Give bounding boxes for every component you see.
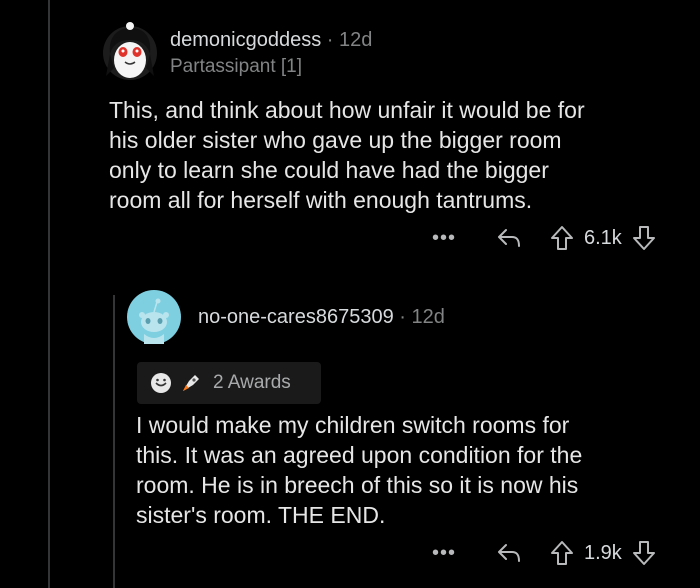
score: 6.1k (584, 226, 622, 249)
comment-actions: ••• 1.9k (432, 535, 658, 571)
username-line: demonicgoddess · 12d (170, 29, 372, 52)
comment-body: This, and think about how unfair it woul… (109, 95, 669, 215)
reply-icon[interactable] (494, 542, 524, 564)
more-icon[interactable]: ••• (432, 542, 472, 565)
comment-line: room. He is in breech of this so it is n… (136, 472, 579, 498)
comment-actions: ••• 6.1k (432, 220, 658, 256)
timestamp: 12d (411, 306, 445, 328)
thread-line-2[interactable] (113, 295, 115, 588)
reply-icon[interactable] (494, 227, 524, 249)
comment-line: This, and think about how unfair it woul… (109, 97, 585, 123)
thread-line-1[interactable] (48, 0, 50, 588)
upvote-icon[interactable] (548, 540, 576, 566)
avatar[interactable] (100, 20, 160, 82)
awards-label: 2 Awards (213, 372, 291, 393)
comment-line: I would make my children switch rooms fo… (136, 412, 570, 438)
comment-line: sister's room. THE END. (136, 502, 386, 528)
timestamp: 12d (339, 29, 373, 51)
snoo-avatar-icon (103, 22, 157, 80)
downvote-icon[interactable] (630, 225, 658, 251)
user-flair: Partassipant [1] (170, 56, 303, 77)
wholesome-award-icon (149, 371, 173, 395)
separator: · (399, 306, 406, 328)
comment-header: no-one-cares8675309 · 12d (127, 290, 527, 346)
separator: · (326, 29, 334, 51)
more-icon[interactable]: ••• (432, 227, 472, 250)
comment-line: room all for herself with enough tantrum… (109, 187, 533, 213)
score: 1.9k (584, 541, 622, 564)
awards-badge[interactable]: 2 Awards (137, 362, 321, 404)
snoo-avatar-icon (127, 290, 181, 344)
username-line: no-one-cares8675309 · 12d (198, 306, 445, 329)
comment-line: this. It was an agreed upon condition fo… (136, 442, 583, 468)
rocket-like-award-icon (179, 371, 203, 395)
upvote-icon[interactable] (548, 225, 576, 251)
comment-header: demonicgoddess · 12d Partassipant [1] (100, 20, 420, 82)
downvote-icon[interactable] (630, 540, 658, 566)
comment-line: his older sister who gave up the bigger … (109, 127, 562, 153)
username[interactable]: demonicgoddess (170, 29, 321, 51)
username[interactable]: no-one-cares8675309 (198, 306, 394, 328)
avatar[interactable] (127, 290, 181, 344)
comment-line: only to learn she could have had the big… (109, 157, 549, 183)
comment-body: I would make my children switch rooms fo… (136, 410, 676, 530)
